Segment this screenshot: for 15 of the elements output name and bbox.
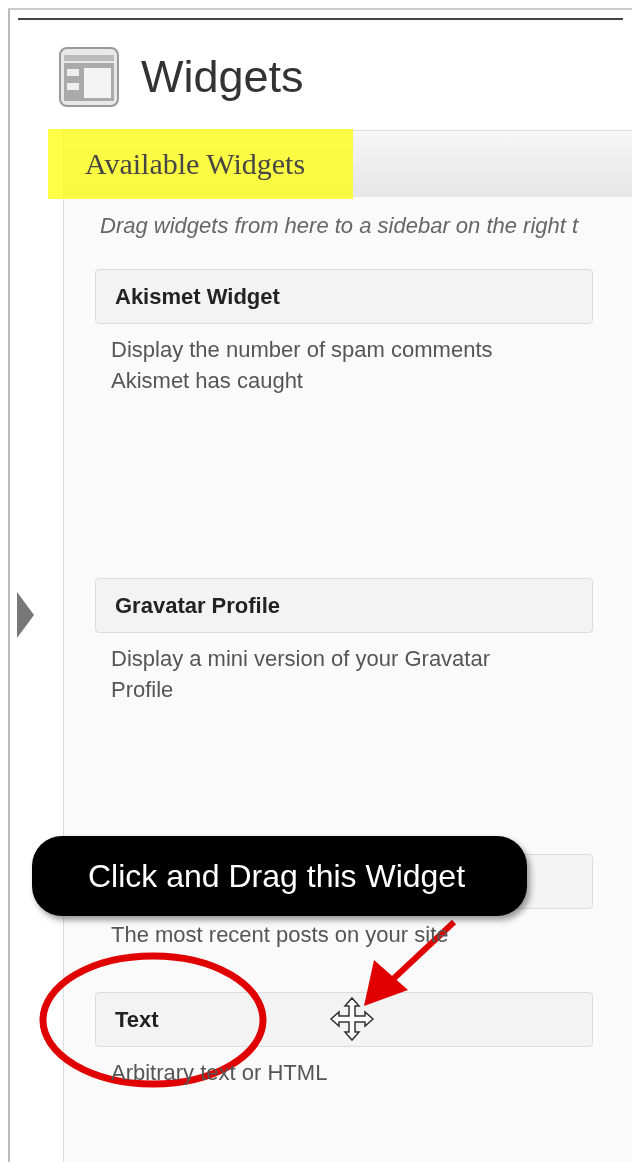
widget-description: Display a mini version of your Gravatar Profile (110, 645, 492, 704)
triangle-icon (17, 592, 34, 638)
widget-title-bar[interactable]: Akismet Widget (95, 269, 593, 324)
move-cursor-icon (329, 996, 375, 1042)
widget-title: Gravatar Profile (115, 592, 281, 619)
widget-title: Text (115, 1006, 159, 1033)
widget-title-bar[interactable]: Text (95, 992, 593, 1047)
panel-title: Available Widgets (48, 129, 354, 199)
panel-description: Drag widgets from here to a sidebar on the right t (99, 212, 580, 239)
widgets-icon (59, 47, 119, 107)
widget-title: Akismet Widget (115, 283, 280, 310)
widget-description: Display the number of spam comments Akismet has caught (110, 336, 494, 395)
page-title: Widgets (141, 51, 304, 103)
widget-title-bar[interactable]: Gravatar Profile (95, 578, 593, 633)
callout-tooltip: Click and Drag this Widget (32, 836, 527, 916)
